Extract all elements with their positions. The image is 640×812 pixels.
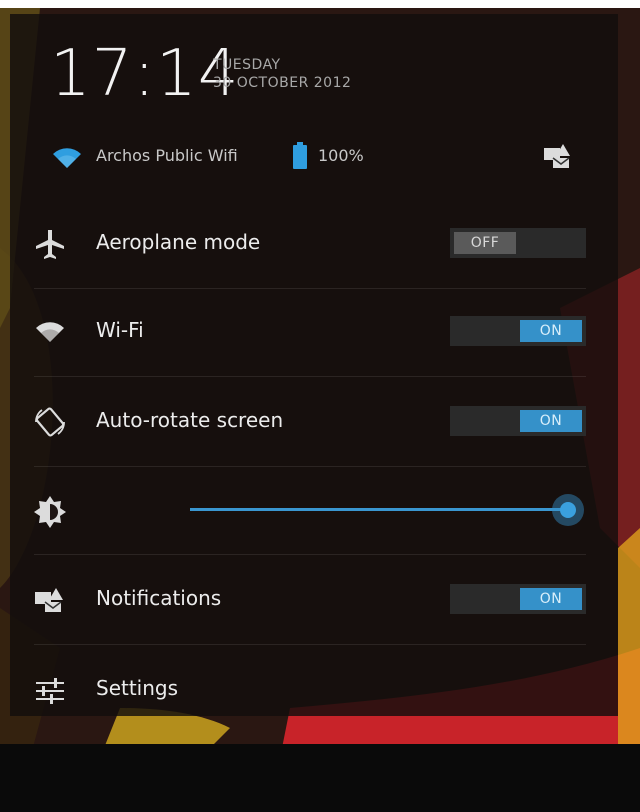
toggle-state: OFF bbox=[454, 232, 516, 254]
clock: 17:14 bbox=[50, 37, 240, 111]
wifi-row[interactable]: Wi-Fi ON bbox=[30, 288, 590, 376]
divider bbox=[34, 554, 586, 555]
brightness-row bbox=[30, 466, 590, 554]
notifications-icon[interactable] bbox=[542, 142, 572, 170]
battery-percentage: 100% bbox=[318, 146, 364, 165]
divider bbox=[34, 376, 586, 377]
brightness-icon bbox=[34, 496, 66, 528]
airplane-mode-toggle[interactable]: OFF bbox=[450, 228, 586, 258]
toggle-state: ON bbox=[520, 410, 582, 432]
auto-rotate-row[interactable]: Auto-rotate screen ON bbox=[30, 378, 590, 466]
airplane-mode-row[interactable]: Aeroplane mode OFF bbox=[30, 200, 590, 288]
toggle-state: ON bbox=[520, 320, 582, 342]
brightness-slider-track[interactable] bbox=[190, 508, 568, 511]
rotate-icon bbox=[35, 407, 65, 437]
wifi-label: Wi-Fi bbox=[96, 318, 144, 342]
airplane-icon bbox=[36, 230, 64, 259]
brightness-slider-thumb[interactable] bbox=[552, 494, 584, 526]
notifications-toggle[interactable]: ON bbox=[450, 584, 586, 614]
airplane-mode-label: Aeroplane mode bbox=[96, 230, 261, 254]
settings-sliders-icon bbox=[36, 678, 64, 704]
auto-rotate-toggle[interactable]: ON bbox=[450, 406, 586, 436]
toggle-state: ON bbox=[520, 588, 582, 610]
settings-row[interactable]: Settings bbox=[30, 646, 590, 734]
network-name: Archos Public Wifi bbox=[96, 146, 238, 165]
date-label: 30 OCTOBER 2012 bbox=[213, 75, 352, 91]
status-row: Archos Public Wifi 100% bbox=[52, 142, 592, 172]
wifi-setting-icon bbox=[36, 322, 64, 342]
battery-icon bbox=[293, 142, 307, 169]
notifications-label: Notifications bbox=[96, 586, 222, 610]
notifications-row[interactable]: Notifications ON bbox=[30, 556, 590, 644]
navigation-bar bbox=[0, 744, 640, 812]
divider bbox=[34, 644, 586, 645]
wifi-toggle[interactable]: ON bbox=[450, 316, 586, 346]
settings-label: Settings bbox=[96, 676, 179, 700]
auto-rotate-label: Auto-rotate screen bbox=[96, 408, 284, 432]
date-block: TUESDAY 30 OCTOBER 2012 bbox=[213, 56, 413, 92]
wifi-icon bbox=[53, 148, 81, 168]
day-label: TUESDAY bbox=[213, 57, 281, 73]
notifications-setting-icon bbox=[35, 588, 63, 612]
screen: 17:14 TUESDAY 30 OCTOBER 2012 Archos Pub… bbox=[0, 8, 640, 812]
